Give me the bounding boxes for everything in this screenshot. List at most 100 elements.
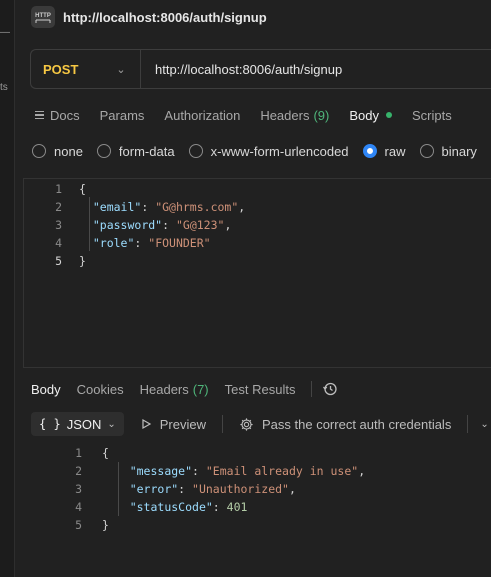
tab-headers[interactable]: Headers (9) — [260, 108, 329, 123]
resp-tab-headers-label: Headers — [139, 381, 189, 397]
request-title[interactable]: http://localhost:8006/auth/signup — [63, 10, 267, 25]
tab-params-label: Params — [99, 107, 145, 123]
code-line: 3 "error": "Unauthorized", — [30, 480, 296, 498]
preview-label: Preview — [159, 416, 206, 432]
url-bar: POST ⌄ http://localhost:8006/auth/signup — [30, 49, 491, 89]
json-string: "G@123" — [175, 218, 225, 232]
code-text: { — [102, 446, 109, 460]
radio-urlencoded[interactable]: x-www-form-urlencoded — [188, 143, 349, 159]
code-text: "error": "Unauthorized", — [129, 482, 296, 496]
radio-raw-label: raw — [384, 143, 406, 159]
code-line: 4 "statusCode": 401 — [30, 498, 247, 516]
url-input[interactable]: http://localhost:8006/auth/signup — [155, 62, 342, 77]
tab-params[interactable]: Params — [100, 108, 145, 123]
toolbar-divider — [222, 415, 223, 433]
code-line: 1 { — [30, 444, 109, 462]
code-text: { — [79, 182, 86, 196]
toolbar-divider — [467, 415, 469, 433]
radio-none[interactable]: none — [32, 144, 83, 159]
resp-tab-cookies[interactable]: Cookies — [77, 382, 124, 397]
resp-tab-cookies-label: Cookies — [76, 381, 124, 397]
sidebar-fragment-text: ts — [0, 82, 8, 93]
tab-scripts-label: Scripts — [411, 107, 452, 123]
code-line: 2 "message": "Email already in use", — [30, 462, 365, 480]
code-line: 3 "password": "G@123", — [24, 216, 231, 234]
line-number: 4 — [55, 236, 62, 250]
line-number: 5 — [55, 254, 62, 268]
json-key: "role" — [92, 236, 135, 250]
resp-tab-body-label: Body — [31, 381, 61, 397]
json-string: "Email already in use" — [205, 464, 359, 478]
radio-circle — [419, 144, 434, 158]
response-body-viewer[interactable]: 1 { 2 "message": "Email already in use",… — [30, 444, 491, 544]
braces-icon: { } — [39, 417, 61, 431]
request-title-row: HTTP http://localhost:8006/auth/signup — [31, 5, 267, 29]
history-icon — [323, 382, 338, 396]
resp-tab-body[interactable]: Body — [31, 382, 61, 397]
radio-circle — [96, 144, 111, 158]
resp-headers-count: (7) — [192, 381, 209, 397]
format-label: JSON — [66, 416, 102, 432]
json-key: "statusCode" — [129, 500, 213, 514]
radio-binary[interactable]: binary — [419, 144, 477, 159]
code-text: } — [102, 518, 109, 532]
tab-authorization-label: Authorization — [164, 107, 241, 123]
tab-scripts[interactable]: Scripts — [412, 108, 452, 123]
line-number: 2 — [75, 464, 82, 478]
method-select[interactable]: POST ⌄ — [31, 50, 141, 88]
format-select[interactable]: { } JSON ⌄ — [31, 412, 124, 436]
resp-tab-test-results-label: Test Results — [224, 381, 296, 397]
radio-circle-selected — [362, 144, 377, 158]
radio-urlencoded-label: x-www-form-urlencoded — [210, 143, 349, 159]
docs-icon — [35, 110, 44, 120]
json-key: "message" — [129, 464, 193, 478]
chevron-down-icon: ⌄ — [116, 63, 126, 76]
code-line: 5 } — [24, 252, 86, 270]
sidebar-fragment-mark: — — [0, 27, 10, 38]
method-label: POST — [43, 61, 79, 77]
radio-none-label: none — [54, 143, 83, 159]
left-sidebar-strip: — ts — [0, 0, 15, 577]
response-tabs: Body Cookies Headers (7) Test Results — [31, 380, 354, 398]
tab-docs-label: Docs — [50, 107, 80, 123]
tab-authorization[interactable]: Authorization — [164, 108, 240, 123]
code-line: 4 "role": "FOUNDER" — [24, 234, 211, 252]
chevron-down-icon: ⌄ — [107, 418, 116, 430]
code-line: 5 } — [30, 516, 109, 534]
http-request-icon: HTTP — [31, 6, 55, 28]
tab-body-label: Body — [349, 107, 379, 123]
code-text: } — [79, 254, 86, 268]
request-workspace: HTTP http://localhost:8006/auth/signup P… — [15, 0, 491, 577]
json-string: "G@hrms.com" — [155, 200, 239, 214]
line-number: 3 — [55, 218, 62, 232]
code-text: "message": "Email already in use", — [129, 464, 366, 478]
radio-form-data-label: form-data — [118, 143, 175, 159]
tab-headers-label: Headers — [260, 107, 310, 123]
gear-icon — [240, 417, 253, 431]
line-number: 5 — [75, 518, 82, 532]
line-number: 2 — [55, 200, 62, 214]
radio-circle — [32, 144, 46, 158]
tab-body[interactable]: Body — [349, 108, 392, 123]
request-body-editor[interactable]: 1 { 2 "email": "G@hrms.com", 3 "password… — [23, 178, 491, 368]
json-key: "password" — [92, 218, 163, 232]
resp-tab-test-results[interactable]: Test Results — [225, 382, 296, 397]
response-hint-text: Pass the correct auth credentials — [262, 416, 452, 432]
headers-count: (9) — [313, 107, 330, 123]
response-toolbar: { } JSON ⌄ Preview Pass the correct auth… — [31, 412, 489, 436]
tab-divider — [311, 381, 313, 397]
http-badge-text: HTTP — [35, 13, 51, 19]
response-hint[interactable]: Pass the correct auth credentials — [239, 417, 451, 432]
body-modified-dot — [385, 112, 392, 118]
resp-tab-headers[interactable]: Headers (7) — [140, 382, 209, 397]
tab-docs[interactable]: Docs — [35, 108, 80, 123]
radio-form-data[interactable]: form-data — [96, 143, 175, 159]
code-text: "statusCode": 401 — [129, 500, 248, 514]
body-type-radios: none form-data x-www-form-urlencoded raw… — [32, 143, 491, 159]
chevron-down-icon[interactable]: ⌄ — [480, 419, 488, 430]
code-text: "role": "FOUNDER" — [92, 236, 211, 250]
radio-raw[interactable]: raw — [362, 143, 406, 159]
history-button[interactable] — [322, 381, 338, 397]
preview-button[interactable]: Preview — [140, 417, 206, 432]
code-text: "email": "G@hrms.com", — [92, 200, 246, 214]
